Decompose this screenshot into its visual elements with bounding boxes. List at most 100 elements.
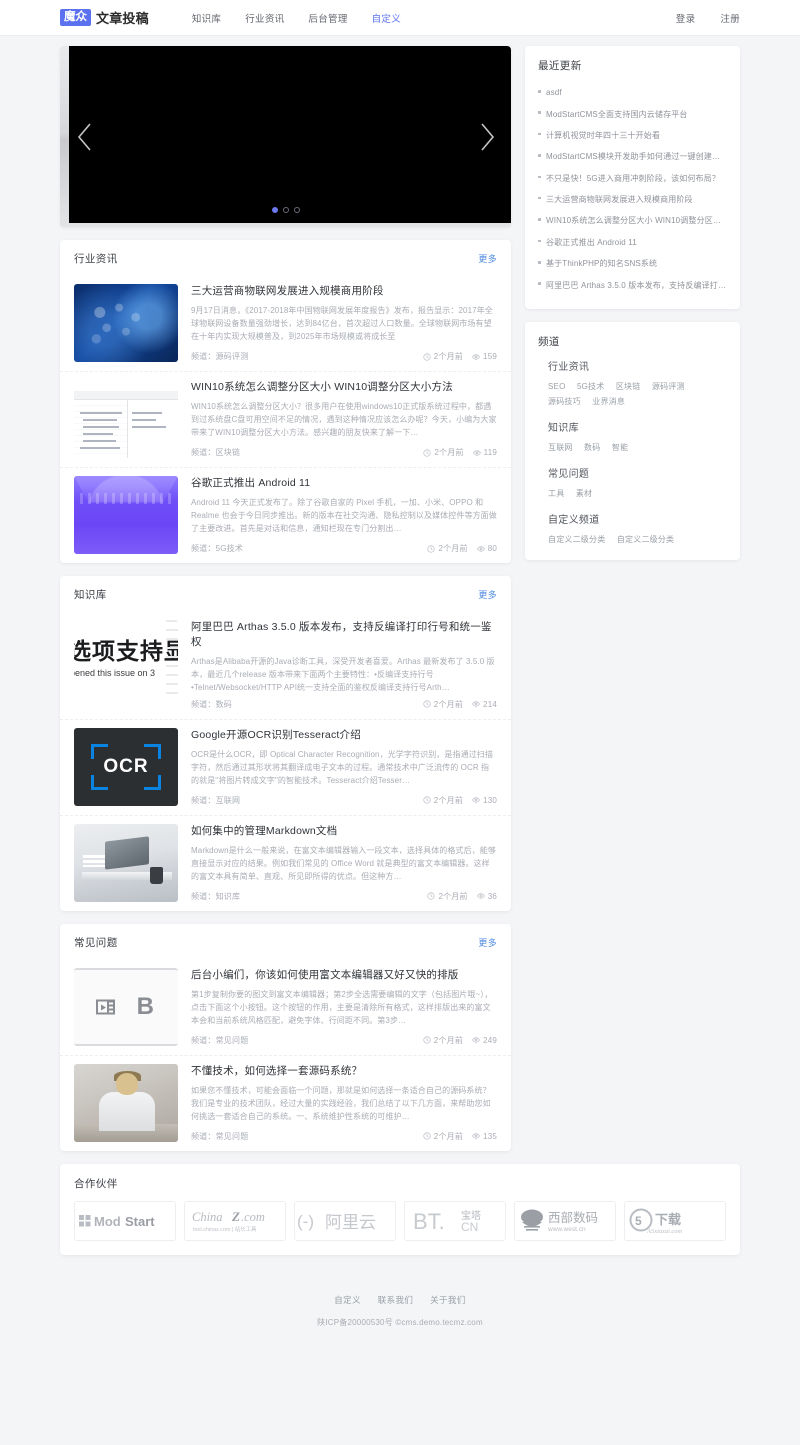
channel-name[interactable]: 自定义频道 <box>548 511 727 526</box>
article-row[interactable]: B 后台小编们，你该如何使用富文本编辑器又好又快的排版 第1步复制你要的图文到富… <box>60 960 511 1055</box>
article-row[interactable]: 谷歌正式推出 Android 11 Android 11 今天正式发布了。除了谷… <box>60 467 511 563</box>
west-logo[interactable]: 西部数码 www.west.cn <box>514 1200 616 1241</box>
list-item[interactable]: 计算机视觉时年四十三十开始看 <box>538 125 727 146</box>
android-purple-thumb <box>74 476 178 554</box>
list-item[interactable]: 基于ThinkPHP的知名SNS系统 <box>538 253 727 274</box>
list-item[interactable]: 不只是快！5G进入商用冲刺阶段，该如何布局？ <box>538 168 727 189</box>
article-row[interactable]: 如何集中的管理Markdown文档 Markdown是什么一般来说，在富文本编辑… <box>60 814 511 911</box>
recent-updates-card: 最近更新 asdf ModStartCMS全面支持国内云储存平台 计算机视觉时年… <box>525 46 740 309</box>
article-title[interactable]: 三大运营商物联网发展进入规模商用阶段 <box>191 284 497 299</box>
list-item[interactable]: ModStartCMS全面支持国内云储存平台 <box>538 103 727 124</box>
article-time: 2个月前 <box>423 351 463 362</box>
list-item[interactable]: 三大运营商物联网发展进入规模商用阶段 <box>538 189 727 210</box>
article-channel[interactable]: 数码 <box>216 699 232 710</box>
carousel-dot-1[interactable] <box>271 207 278 213</box>
footer-link-about[interactable]: 关于我们 <box>430 1295 466 1305</box>
channel-name[interactable]: 知识库 <box>548 419 727 434</box>
channel-sub[interactable]: 自定义二级分类 <box>617 532 674 547</box>
channel-sub[interactable]: 源码评测 <box>652 379 685 394</box>
nav-item-knowledge[interactable]: 知识库 <box>192 11 221 25</box>
channel-sub[interactable]: 工具 <box>548 486 564 501</box>
article-title[interactable]: 不懂技术，如何选择一套源码系统？ <box>191 1064 497 1079</box>
channel-sub[interactable]: 自定义二级分类 <box>548 532 605 547</box>
brand-logo[interactable]: 魔众 文章投稿 <box>60 8 149 27</box>
article-channel[interactable]: 5G技术 <box>216 543 243 554</box>
list-item[interactable]: 阿里巴巴 Arthas 3.5.0 版本发布，支持反编译打印行… <box>538 274 727 295</box>
section-more-link[interactable]: 更多 <box>478 936 497 949</box>
article-views: 135 <box>472 1132 497 1141</box>
film-icon <box>96 999 115 1015</box>
channel-sub[interactable]: 源码技巧 <box>548 394 581 409</box>
main-nav: 知识库 行业资讯 后台管理 自定义 <box>192 11 401 25</box>
list-item[interactable]: ModStartCMS模块开发助手如何通过一键创建模块？ <box>538 146 727 167</box>
article-title[interactable]: WIN10系统怎么调整分区大小 WIN10调整分区大小方法 <box>191 380 497 395</box>
channels-title: 频道 <box>538 335 560 348</box>
article-body: 后台小编们，你该如何使用富文本编辑器又好又快的排版 第1步复制你要的图文到富文本… <box>191 968 497 1046</box>
ocr-scan-thumb: OCR <box>74 727 178 806</box>
channel-sub[interactable]: SEO <box>548 379 566 394</box>
nav-item-admin[interactable]: 后台管理 <box>308 11 347 25</box>
article-views: 80 <box>476 544 497 553</box>
list-item[interactable]: WIN10系统怎么调整分区大小 WIN10调整分区大小方法 <box>538 210 727 231</box>
channel-sub[interactable]: 互联网 <box>548 440 573 455</box>
list-item[interactable]: 谷歌正式推出 Android 11 <box>538 232 727 253</box>
footer-link-contact[interactable]: 联系我们 <box>378 1295 414 1305</box>
brand-name: 文章投稿 <box>96 11 149 26</box>
channel-name[interactable]: 常见问题 <box>548 465 727 480</box>
svg-text:CN: CN <box>461 1220 478 1234</box>
channel-sub[interactable]: 5G技术 <box>577 379 604 394</box>
nav-item-industry-news[interactable]: 行业资讯 <box>245 11 284 25</box>
article-title[interactable]: Google开源OCR识别Tesseract介绍 <box>191 728 497 743</box>
channel-sub[interactable]: 业界消息 <box>592 394 625 409</box>
svg-text:China: China <box>192 1210 223 1224</box>
article-title[interactable]: 谷歌正式推出 Android 11 <box>191 476 497 491</box>
channel-sub[interactable]: 数码 <box>584 440 600 455</box>
article-body: 三大运营商物联网发展进入规模商用阶段 9月17日消息，《2017-2018年中国… <box>191 284 497 362</box>
article-row[interactable]: 三大运营商物联网发展进入规模商用阶段 9月17日消息，《2017-2018年中国… <box>60 276 511 371</box>
clock-icon <box>423 1132 431 1140</box>
aliyun-logo[interactable]: (-) 阿里云 <box>294 1200 396 1241</box>
article-channel[interactable]: 区块链 <box>216 447 241 458</box>
section-more-link[interactable]: 更多 <box>478 252 497 265</box>
article-row[interactable]: OCR Google开源OCR识别Tesseract介绍 OCR是什么OCR，即… <box>60 718 511 815</box>
section-faq: 常见问题 更多 B 后台小编们，你该如何使用富文本编辑器又好又快的排版 第1步复… <box>60 923 511 1151</box>
chevron-right-icon[interactable] <box>476 120 498 154</box>
article-channel[interactable]: 常见问题 <box>216 1131 249 1142</box>
footer-link-custom[interactable]: 自定义 <box>334 1295 361 1305</box>
chinaz-logo[interactable]: China Z .com tool.chinaz.com | 站长工具 <box>184 1200 286 1241</box>
article-title[interactable]: 后台小编们，你该如何使用富文本编辑器又好又快的排版 <box>191 968 497 983</box>
article-row[interactable]: 不懂技术，如何选择一套源码系统？ 如果您不懂技术，可能会面临一个问题，那就是如何… <box>60 1054 511 1151</box>
modstart-logo[interactable]: Mod Start <box>74 1200 176 1241</box>
article-body: 不懂技术，如何选择一套源码系统？ 如果您不懂技术，可能会面临一个问题，那就是如何… <box>191 1064 497 1142</box>
channel-subcategories: 自定义二级分类 自定义二级分类 <box>548 532 727 547</box>
section-more-link[interactable]: 更多 <box>478 588 497 601</box>
hero-carousel[interactable] <box>60 46 511 227</box>
article-channel[interactable]: 源码评测 <box>216 351 249 362</box>
carousel-dot-3[interactable] <box>293 207 300 213</box>
channel-sub[interactable]: 智能 <box>612 440 628 455</box>
chevron-left-icon[interactable] <box>74 120 96 154</box>
article-row[interactable]: WIN10系统怎么调整分区大小 WIN10调整分区大小方法 WIN10系统怎么调… <box>60 371 511 467</box>
list-item[interactable]: asdf <box>538 82 727 103</box>
article-title[interactable]: 阿里巴巴 Arthas 3.5.0 版本发布，支持反编译打印行号和统一鉴权 <box>191 620 497 650</box>
article-channel[interactable]: 知识库 <box>216 891 241 902</box>
thumb-edge-lines <box>166 620 178 698</box>
baota-logo[interactable]: BT. 宝塔 CN <box>404 1200 506 1241</box>
a5xiazai-logo[interactable]: 5 下载 A5xiazai.com <box>624 1200 726 1241</box>
article-channel-label: 频道： <box>191 795 216 805</box>
carousel-dot-2[interactable] <box>282 207 289 213</box>
channel-sub[interactable]: 素材 <box>576 486 592 501</box>
article-row[interactable]: 选项支持显 pened this issue on 3 阿里巴巴 Arthas … <box>60 612 511 719</box>
article-body: 谷歌正式推出 Android 11 Android 11 今天正式发布了。除了谷… <box>191 476 497 554</box>
nav-item-custom[interactable]: 自定义 <box>372 11 401 25</box>
clock-icon <box>423 700 431 708</box>
article-title[interactable]: 如何集中的管理Markdown文档 <box>191 824 497 839</box>
channel-sub[interactable]: 区块链 <box>616 379 641 394</box>
article-time: 2个月前 <box>423 795 463 806</box>
svg-text:tool.chinaz.com | 站长工具: tool.chinaz.com | 站长工具 <box>193 1225 257 1233</box>
article-channel[interactable]: 常见问题 <box>216 1035 249 1046</box>
login-link[interactable]: 登录 <box>676 11 696 25</box>
article-channel[interactable]: 互联网 <box>216 795 241 806</box>
register-link[interactable]: 注册 <box>720 11 740 25</box>
channel-name[interactable]: 行业资讯 <box>548 358 727 373</box>
